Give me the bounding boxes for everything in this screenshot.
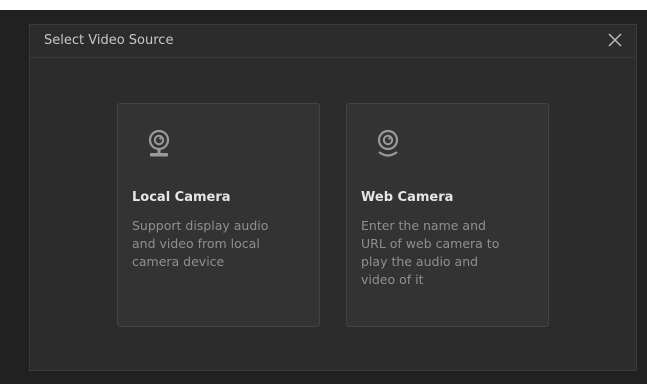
card-title: Local Camera <box>132 190 231 205</box>
card-description: Support display audio and video from loc… <box>132 218 269 269</box>
web-camera-card[interactable]: Web Camera Enter the name and URL of web… <box>346 103 549 327</box>
screen: Select Video Source Local Camera Support… <box>0 0 647 384</box>
close-button[interactable] <box>606 31 624 49</box>
dialog-title: Select Video Source <box>44 33 174 48</box>
webcam-icon <box>146 128 172 162</box>
select-video-source-dialog: Select Video Source Local Camera Support… <box>29 24 637 371</box>
dialog-titlebar: Select Video Source <box>30 25 636 58</box>
webcam-icon <box>375 128 401 162</box>
card-description: Enter the name and URL of web camera to … <box>361 218 500 287</box>
local-camera-card[interactable]: Local Camera Support display audio and v… <box>117 103 320 327</box>
card-title: Web Camera <box>361 190 454 205</box>
close-icon <box>608 33 622 47</box>
